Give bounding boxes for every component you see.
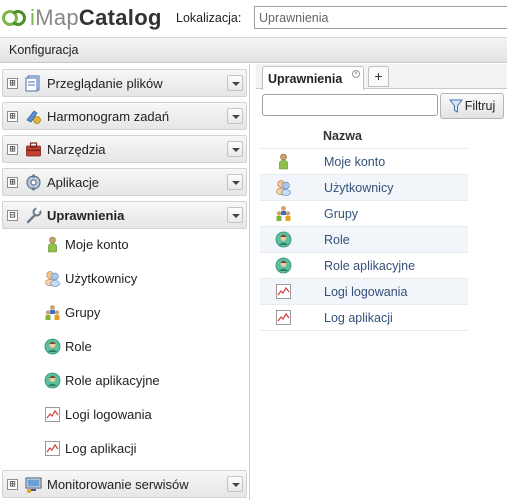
expand-icon[interactable]: ⊞: [7, 177, 18, 188]
expand-icon[interactable]: ⊞: [7, 111, 18, 122]
sidebar-item-groups[interactable]: Grupy: [44, 302, 100, 322]
config-header: Konfiguracja: [0, 37, 507, 63]
funnel-icon: [448, 99, 463, 113]
row-label[interactable]: Logi logowania: [324, 285, 407, 299]
sidebar-section-permissions[interactable]: ⊟ Uprawnienia: [2, 201, 247, 229]
config-title: Konfiguracja: [9, 43, 79, 57]
dropdown-arrow-icon[interactable]: [227, 141, 243, 157]
sidebar: ⊞ Przeglądanie plików ⊞ Harmonogram zada…: [0, 64, 250, 500]
sidebar-section-file-browsing[interactable]: ⊞ Przeglądanie plików: [2, 69, 247, 97]
table-row[interactable]: Użytkownicy: [260, 174, 468, 200]
dropdown-arrow-icon[interactable]: [227, 75, 243, 91]
group-icon: [44, 304, 61, 321]
users-icon: [275, 179, 292, 196]
localization-label: Lokalizacja:: [176, 11, 242, 25]
user-icon: [275, 153, 292, 170]
table-row[interactable]: Role aplikacyjne: [260, 252, 468, 278]
sidebar-item-users[interactable]: Użytkownicy: [44, 268, 137, 288]
app-logo: iMapCatalog: [2, 5, 162, 31]
logo-mark-icon: [2, 9, 30, 27]
sidebar-item-label: Log aplikacji: [65, 440, 137, 456]
permissions-grid: Nazwa Moje konto Użytkownicy Grupy Role …: [260, 126, 468, 331]
logo-text: iMapCatalog: [30, 5, 162, 30]
log-chart-icon: [275, 309, 292, 326]
sidebar-item-label: Role aplikacyjne: [65, 372, 160, 388]
sidebar-item-app-roles[interactable]: Role aplikacyjne: [44, 370, 160, 390]
log-chart-icon: [44, 406, 61, 423]
row-label[interactable]: Moje konto: [324, 155, 385, 169]
sidebar-item-login-logs[interactable]: Logi logowania: [44, 404, 152, 424]
expand-icon[interactable]: ⊞: [7, 479, 18, 490]
grid-bottom-border: [260, 330, 468, 331]
sidebar-section-service-monitoring[interactable]: ⊞ Monitorowanie serwisów: [2, 470, 247, 498]
top-bar: iMapCatalog Lokalizacja:: [0, 0, 507, 37]
applications-icon: [25, 174, 42, 191]
tab-permissions[interactable]: Uprawnienia ×: [262, 66, 364, 90]
sidebar-item-my-account[interactable]: Moje konto: [44, 234, 129, 254]
add-tab-button[interactable]: +: [368, 66, 389, 87]
sidebar-item-label: Logi logowania: [65, 406, 152, 422]
section-label: Uprawnienia: [47, 208, 125, 223]
sidebar-item-label: Użytkownicy: [65, 270, 138, 286]
section-label: Aplikacje: [47, 175, 100, 190]
section-label: Przeglądanie plików: [47, 76, 163, 91]
row-label[interactable]: Użytkownicy: [324, 181, 393, 195]
table-row[interactable]: Log aplikacji: [260, 304, 468, 330]
filter-button[interactable]: Filtruj: [440, 93, 504, 119]
sidebar-item-roles[interactable]: Role: [44, 336, 92, 356]
sidebar-item-app-log[interactable]: Log aplikacji: [44, 438, 137, 458]
role-icon: [275, 257, 292, 274]
section-label: Monitorowanie serwisów: [47, 477, 189, 492]
role-icon: [44, 338, 61, 355]
sidebar-item-label: Moje konto: [65, 236, 129, 252]
scheduler-icon: [25, 108, 42, 125]
group-icon: [275, 205, 292, 222]
row-label[interactable]: Role: [324, 233, 350, 247]
wrench-icon: [25, 207, 42, 224]
user-icon: [44, 236, 61, 253]
column-header-name[interactable]: Nazwa: [323, 129, 362, 143]
section-label: Narzędzia: [47, 142, 106, 157]
role-icon: [44, 372, 61, 389]
grid-header: Nazwa: [260, 126, 468, 148]
tab-strip: Uprawnienia × +: [256, 64, 507, 90]
dropdown-arrow-icon[interactable]: [227, 476, 243, 492]
section-label: Harmonogram zadań: [47, 109, 170, 124]
sidebar-section-applications[interactable]: ⊞ Aplikacje: [2, 168, 247, 196]
sidebar-section-scheduler[interactable]: ⊞ Harmonogram zadań: [2, 102, 247, 130]
row-label[interactable]: Log aplikacji: [324, 311, 393, 325]
close-icon[interactable]: ×: [352, 70, 360, 78]
main-panel: Uprawnienia × + Filtruj Nazwa Moje konto…: [256, 64, 507, 500]
expand-icon[interactable]: ⊞: [7, 78, 18, 89]
expand-icon[interactable]: ⊞: [7, 144, 18, 155]
table-row[interactable]: Grupy: [260, 200, 468, 226]
sidebar-section-tools[interactable]: ⊞ Narzędzia: [2, 135, 247, 163]
row-label[interactable]: Role aplikacyjne: [324, 259, 415, 273]
log-chart-icon: [275, 283, 292, 300]
row-label[interactable]: Grupy: [324, 207, 358, 221]
table-row[interactable]: Moje konto: [260, 148, 468, 174]
monitor-icon: [25, 476, 42, 493]
log-chart-icon: [44, 440, 61, 457]
sidebar-item-label: Role: [65, 338, 92, 354]
role-icon: [275, 231, 292, 248]
table-row[interactable]: Role: [260, 226, 468, 252]
file-browser-icon: [25, 75, 42, 92]
toolbox-icon: [25, 141, 42, 158]
tab-label: Uprawnienia: [268, 72, 343, 86]
filter-input[interactable]: [262, 94, 438, 116]
filter-button-label: Filtruj: [464, 99, 496, 113]
table-row[interactable]: Logi logowania: [260, 278, 468, 304]
localization-input[interactable]: [254, 6, 507, 29]
users-icon: [44, 270, 61, 287]
dropdown-arrow-icon[interactable]: [227, 174, 243, 190]
collapse-icon[interactable]: ⊟: [7, 210, 18, 221]
dropdown-arrow-icon[interactable]: [227, 108, 243, 124]
sidebar-item-label: Grupy: [65, 304, 101, 320]
dropdown-arrow-icon[interactable]: [227, 207, 243, 223]
